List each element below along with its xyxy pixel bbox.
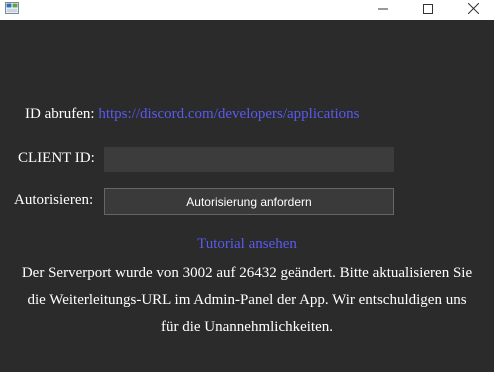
notice-line-3: für die Unannehmlichkeiten.: [160, 319, 334, 335]
client-id-input[interactable]: [104, 147, 394, 172]
developer-portal-link[interactable]: https://discord.com/developers/applicati…: [98, 106, 359, 122]
notice-line-1: Der Serverport wurde von 3002 auf 26432 …: [21, 265, 473, 281]
close-button[interactable]: [450, 0, 494, 20]
maximize-icon: [423, 1, 433, 19]
client-id-label: CLIENT ID:: [18, 150, 95, 166]
request-authorization-button[interactable]: Autorisierung anfordern: [104, 188, 394, 215]
main-content: ID abrufen: https://discord.com/develope…: [0, 20, 494, 372]
title-bar: [0, 0, 494, 20]
tutorial-link[interactable]: Tutorial ansehen: [197, 236, 297, 252]
close-icon: [467, 1, 479, 19]
minimize-button[interactable]: [360, 0, 406, 20]
id-row: ID abrufen: https://discord.com/develope…: [25, 106, 360, 123]
port-change-notice: Der Serverport wurde von 3002 auf 26432 …: [0, 260, 494, 341]
app-window: ID abrufen: https://discord.com/develope…: [0, 0, 494, 372]
authorize-label: Autorisieren:: [14, 192, 94, 208]
app-window-icon: [5, 1, 19, 14]
minimize-icon: [378, 1, 388, 19]
notice-line-2: die Weiterleitungs-URL im Admin-Panel de…: [27, 292, 467, 308]
maximize-button[interactable]: [405, 0, 451, 20]
tutorial-row: Tutorial ansehen: [0, 236, 494, 253]
id-label: ID abrufen:: [25, 106, 95, 122]
